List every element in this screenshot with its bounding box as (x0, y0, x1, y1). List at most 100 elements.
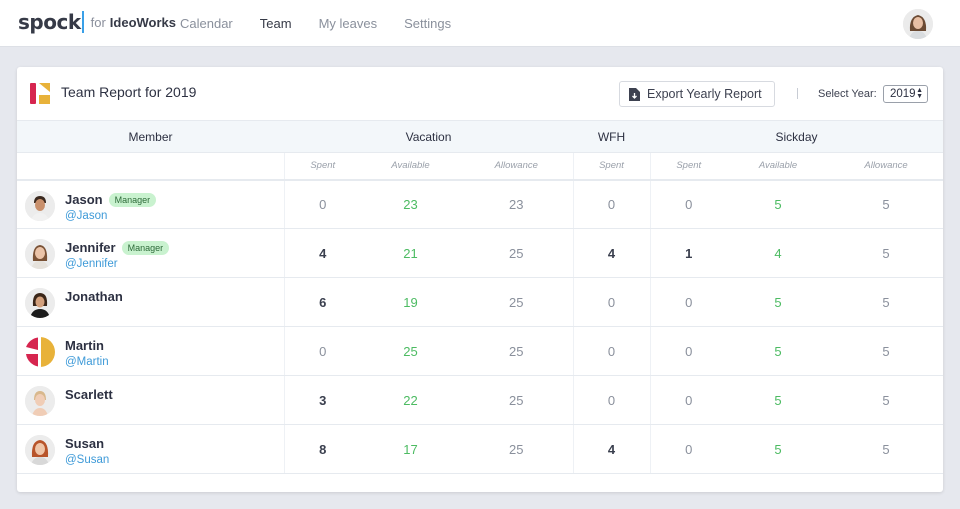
user-avatar-icon (903, 9, 933, 39)
table-row: Martin @Martin 0 25 25 0 0 5 5 (17, 326, 943, 376)
group-header-row: Member Vacation WFH Sickday (17, 120, 943, 153)
nav-link-team[interactable]: Team (260, 16, 292, 31)
jonathan-avatar-icon (25, 288, 55, 318)
table-row: Jason Manager @Jason 0 23 23 0 0 5 5 (17, 179, 943, 229)
scarlett-avatar-icon (25, 386, 55, 416)
nav-link-settings[interactable]: Settings (404, 16, 451, 31)
header-wfh: WFH (573, 120, 651, 153)
vacation-spent: 4 (283, 228, 361, 278)
avatar[interactable] (25, 337, 55, 367)
vacation-spent: 3 (283, 375, 361, 425)
top-navigation: spock for IdeoWorks Calendar Team My lea… (0, 0, 960, 47)
vacation-available: 22 (361, 375, 460, 425)
select-year-label: Select Year: (818, 88, 877, 100)
subheader-sickday-spent: Spent (649, 152, 728, 181)
year-select[interactable]: 2019 ▲ ▼ (883, 85, 928, 103)
sickday-spent: 0 (649, 277, 728, 327)
subheader-vacation-spent: Spent (283, 152, 361, 181)
year-select-value: 2019 (890, 88, 916, 100)
table-row: Susan @Susan 8 17 25 4 0 5 5 (17, 424, 943, 474)
team-report-table: Member Vacation WFH Sickday Spent Availa… (17, 120, 943, 474)
member-handle-link[interactable]: @Jennifer (65, 258, 118, 270)
sickday-allowance: 5 (829, 179, 943, 229)
wfh-spent: 4 (572, 228, 651, 278)
member-handle-link[interactable]: @Martin (65, 356, 109, 368)
member-handle-link[interactable]: @Jason (65, 210, 107, 222)
vacation-allowance: 23 (460, 179, 574, 229)
organization-name: IdeoWorks (109, 14, 177, 30)
sub-header-row: Spent Available Allowance Spent Spent Av… (17, 152, 943, 181)
nav-links: Calendar Team My leaves Settings (180, 16, 478, 31)
susan-avatar-icon (25, 435, 55, 465)
avatar[interactable] (25, 190, 55, 221)
team-report-card: Team Report for 2019 Export Yearly Repor… (17, 67, 943, 492)
nav-link-calendar[interactable]: Calendar (180, 16, 233, 31)
member-cell: Martin @Martin (17, 326, 284, 376)
sickday-available: 4 (727, 228, 830, 278)
sickday-spent: 0 (649, 375, 728, 425)
sickday-allowance: 5 (829, 277, 943, 327)
export-button-label: Export Yearly Report (647, 87, 762, 101)
wfh-spent: 0 (572, 326, 651, 376)
sickday-allowance: 5 (829, 424, 943, 474)
manager-badge: Manager (121, 241, 170, 255)
sickday-allowance: 5 (829, 228, 943, 278)
header-member: Member (17, 120, 284, 153)
jennifer-avatar-icon (25, 239, 55, 269)
member-name-text: Jason (65, 191, 103, 207)
select-arrows-icon: ▲ ▼ (916, 87, 923, 100)
table-row: Scarlett 3 22 25 0 0 5 5 (17, 375, 943, 425)
member-handle-link[interactable]: @Susan (65, 454, 109, 466)
member-name: Jennifer Manager (65, 240, 170, 255)
member-cell: Jennifer Manager @Jennifer (17, 228, 284, 278)
member-name-text: Jennifer (65, 240, 116, 255)
wfh-spent: 0 (572, 277, 651, 327)
member-name: Jason Manager (65, 191, 157, 207)
sickday-available: 5 (727, 326, 830, 376)
sickday-allowance: 5 (829, 326, 943, 376)
sickday-spent: 0 (649, 424, 728, 474)
member-cell: Jason Manager @Jason (17, 179, 284, 229)
subheader-sickday-available: Available (727, 152, 830, 181)
member-cell: Susan @Susan (17, 424, 284, 474)
table-row: Jennifer Manager @Jennifer 4 21 25 4 1 4 … (17, 228, 943, 278)
wfh-spent: 0 (572, 179, 651, 229)
card-header: Team Report for 2019 Export Yearly Repor… (17, 67, 943, 120)
table-row: Jonathan 6 19 25 0 0 5 5 (17, 277, 943, 327)
vacation-spent: 0 (283, 179, 361, 229)
export-yearly-report-button[interactable]: Export Yearly Report (619, 81, 775, 107)
sickday-allowance: 5 (829, 375, 943, 425)
member-name: Scarlett (65, 387, 113, 402)
vacation-available: 17 (361, 424, 460, 474)
vacation-allowance: 25 (460, 326, 574, 376)
vacation-available: 21 (361, 228, 460, 278)
header-vacation: Vacation (284, 120, 574, 153)
brand[interactable]: spock for IdeoWorks (18, 10, 176, 34)
vacation-allowance: 25 (460, 375, 574, 425)
vacation-spent: 8 (283, 424, 361, 474)
member-cell: Jonathan (17, 277, 284, 327)
wfh-spent: 0 (572, 375, 651, 425)
jason-avatar-icon (25, 190, 55, 221)
avatar[interactable] (25, 288, 55, 318)
subheader-vacation-allowance: Allowance (460, 152, 574, 181)
sickday-available: 5 (727, 277, 830, 327)
sickday-available: 5 (727, 375, 830, 425)
user-avatar[interactable] (903, 9, 933, 39)
report-logo-icon (30, 83, 50, 104)
brand-logo: spock (18, 10, 81, 34)
avatar[interactable] (25, 239, 55, 269)
avatar[interactable] (25, 386, 55, 416)
manager-badge: Manager (108, 192, 157, 207)
member-cell: Scarlett (17, 375, 284, 425)
subheader-wfh-spent: Spent (572, 152, 651, 181)
nav-link-my-leaves[interactable]: My leaves (319, 16, 378, 31)
sickday-spent: 0 (649, 179, 728, 229)
member-name: Martin (65, 338, 104, 353)
vacation-available: 23 (361, 179, 460, 229)
sickday-spent: 1 (649, 228, 728, 278)
vacation-allowance: 25 (460, 424, 574, 474)
report-title: Team Report for 2019 (61, 84, 197, 100)
avatar[interactable] (25, 435, 55, 465)
file-download-icon (629, 87, 640, 101)
